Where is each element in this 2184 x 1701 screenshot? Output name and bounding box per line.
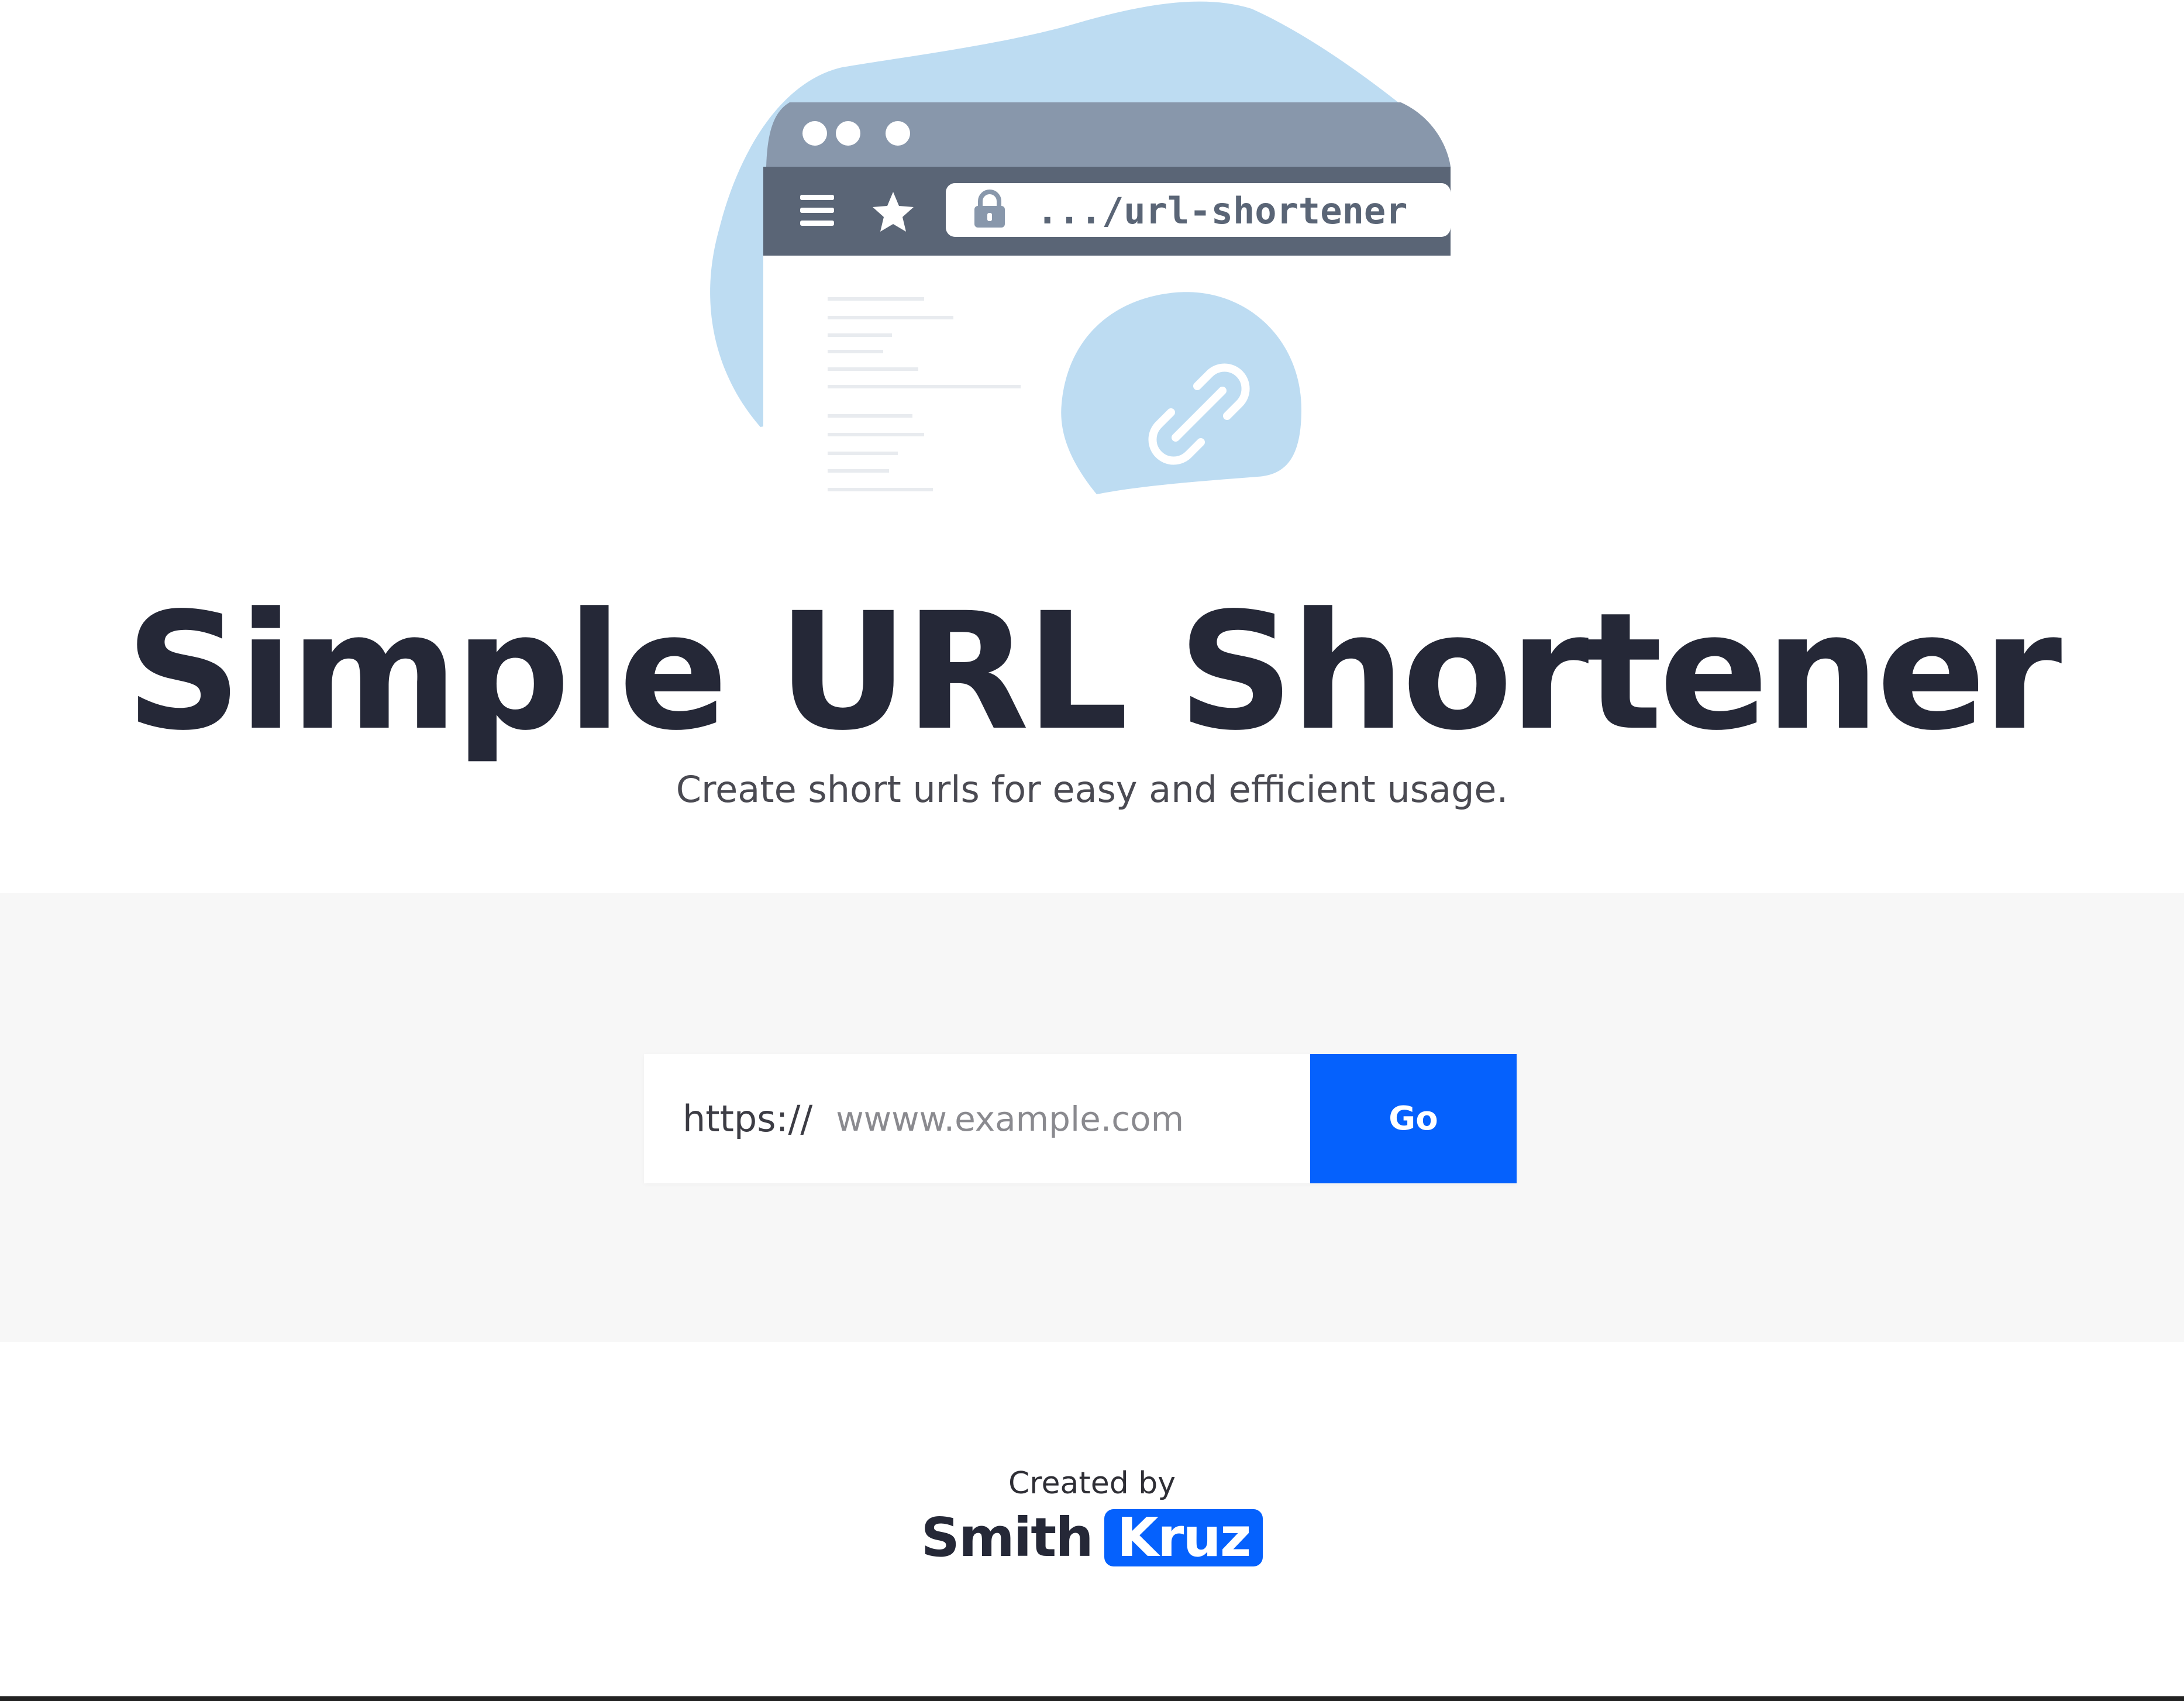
author-last-name-badge: Kruz — [1104, 1509, 1263, 1566]
window-dot-icon — [802, 121, 827, 146]
menu-icon — [800, 195, 834, 226]
window-dot-icon — [836, 121, 860, 146]
address-bar-text: .../url-shortener — [1036, 190, 1408, 232]
bottom-divider — [0, 1696, 2184, 1701]
credit-label: Created by — [1008, 1466, 1176, 1501]
go-button[interactable]: Go — [1310, 1054, 1517, 1183]
url-prefix: https:// — [683, 1097, 813, 1140]
window-dot-icon — [886, 121, 910, 146]
author-credit: Smith Kruz — [0, 1502, 2184, 1570]
page-title: Simple URL Shortener — [125, 579, 2062, 766]
browser-titlebar — [766, 102, 1451, 167]
url-input-wrapper: https:// — [644, 1054, 1310, 1183]
hero-illustration: .../url-shortener — [710, 1, 1451, 504]
author-first-name: Smith — [921, 1506, 1094, 1569]
page-subtitle: Create short urls for easy and efficient… — [676, 768, 1508, 811]
url-input[interactable] — [830, 1054, 1310, 1183]
url-form: https:// Go — [644, 1054, 1517, 1183]
